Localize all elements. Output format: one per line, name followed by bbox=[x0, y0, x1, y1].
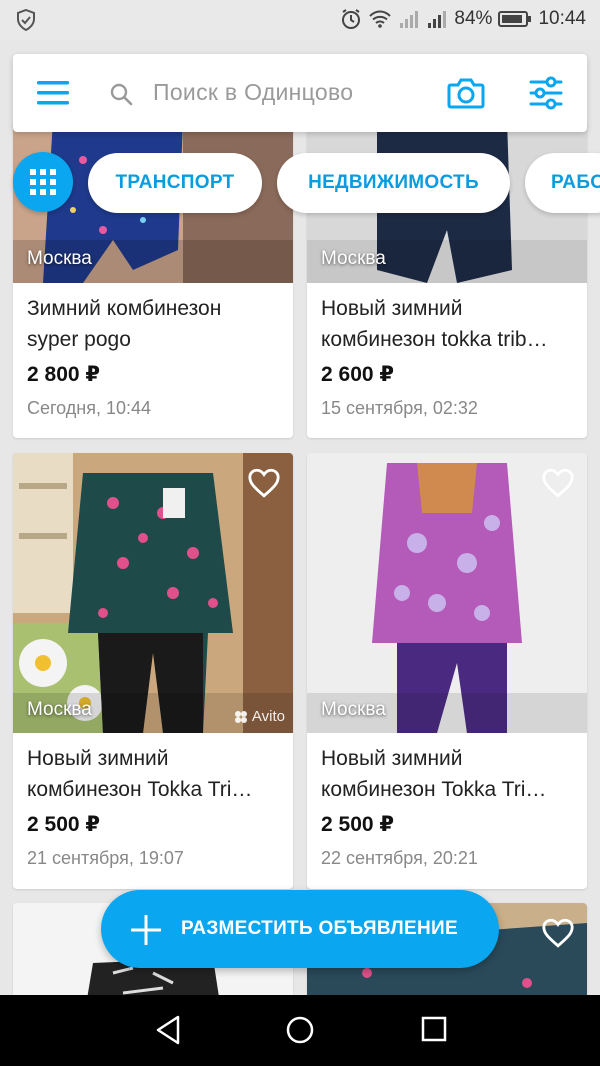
avito-logo-icon bbox=[234, 710, 247, 723]
plus-icon bbox=[131, 915, 161, 945]
home-icon[interactable] bbox=[285, 1015, 315, 1045]
category-chip-realty[interactable]: НЕДВИЖИМОСТЬ bbox=[277, 153, 510, 213]
listing-title-line2: syper pogo bbox=[27, 328, 131, 351]
listing-photo[interactable]: Москва bbox=[307, 453, 587, 733]
listing-location: Москва bbox=[27, 699, 92, 720]
listing-price: 2 600 ₽ bbox=[321, 363, 394, 386]
status-bar: 84% 10:44 bbox=[0, 0, 600, 40]
battery-percent: 84% bbox=[454, 8, 493, 29]
back-icon[interactable] bbox=[154, 1015, 182, 1045]
listing-date: 21 сентября, 19:07 bbox=[27, 848, 184, 868]
listing-price: 2 500 ₽ bbox=[27, 813, 100, 836]
listing-location: Москва bbox=[321, 248, 386, 269]
signal-icon bbox=[428, 11, 447, 28]
listing-location: Москва bbox=[27, 248, 92, 269]
listing-title: Новый зимний bbox=[321, 747, 463, 770]
signal-icon bbox=[400, 11, 419, 28]
listing-title: Зимний комбинезон bbox=[27, 297, 222, 320]
grid-icon bbox=[30, 169, 56, 195]
listing-card[interactable]: Москва Avito Новый зимний комбинезон Tok… bbox=[13, 453, 293, 889]
heart-icon[interactable] bbox=[247, 467, 281, 499]
alarm-icon bbox=[342, 9, 361, 29]
heart-icon[interactable] bbox=[541, 467, 575, 499]
shield-icon bbox=[17, 9, 35, 31]
listing-date: 22 сентября, 20:21 bbox=[321, 848, 478, 868]
listing-photo[interactable]: Москва Avito bbox=[13, 453, 293, 733]
post-ad-label: РАЗМЕСТИТЬ ОБЪЯВЛЕНИЕ bbox=[181, 918, 458, 939]
avito-watermark: Avito bbox=[234, 708, 285, 725]
search-bar: Поиск в Одинцово bbox=[13, 54, 587, 132]
menu-icon[interactable] bbox=[37, 79, 69, 107]
recents-icon[interactable] bbox=[420, 1015, 448, 1043]
post-ad-button[interactable]: РАЗМЕСТИТЬ ОБЪЯВЛЕНИЕ bbox=[101, 890, 499, 968]
status-time: 10:44 bbox=[538, 8, 586, 29]
heart-icon[interactable] bbox=[541, 917, 575, 949]
listing-date: Сегодня, 10:44 bbox=[27, 398, 152, 418]
listing-price: 2 500 ₽ bbox=[321, 813, 394, 836]
battery-icon bbox=[498, 11, 532, 27]
listing-title-line2: комбинезон tokka trib… bbox=[321, 328, 548, 351]
listing-title-line2: комбинезон Tokka Tri… bbox=[321, 778, 547, 801]
filter-icon[interactable] bbox=[529, 76, 563, 110]
search-input[interactable]: Поиск в Одинцово bbox=[153, 79, 353, 106]
search-icon bbox=[110, 83, 133, 106]
listing-title: Новый зимний bbox=[321, 297, 463, 320]
category-chip-jobs[interactable]: РАБО bbox=[525, 153, 600, 213]
navigation-bar bbox=[0, 995, 600, 1066]
listing-price: 2 800 ₽ bbox=[27, 363, 100, 386]
wifi-icon bbox=[369, 10, 392, 28]
listing-title: Новый зимний bbox=[27, 747, 169, 770]
listing-title-line2: комбинезон Tokka Tri… bbox=[27, 778, 253, 801]
listing-location: Москва bbox=[321, 699, 386, 720]
all-categories-button[interactable] bbox=[13, 152, 73, 212]
listing-date: 15 сентября, 02:32 bbox=[321, 398, 478, 418]
listing-card[interactable]: Москва Новый зимний комбинезон Tokka Tri… bbox=[307, 453, 587, 889]
camera-icon[interactable] bbox=[447, 76, 485, 110]
category-chip-transport[interactable]: ТРАНСПОРТ bbox=[88, 153, 262, 213]
